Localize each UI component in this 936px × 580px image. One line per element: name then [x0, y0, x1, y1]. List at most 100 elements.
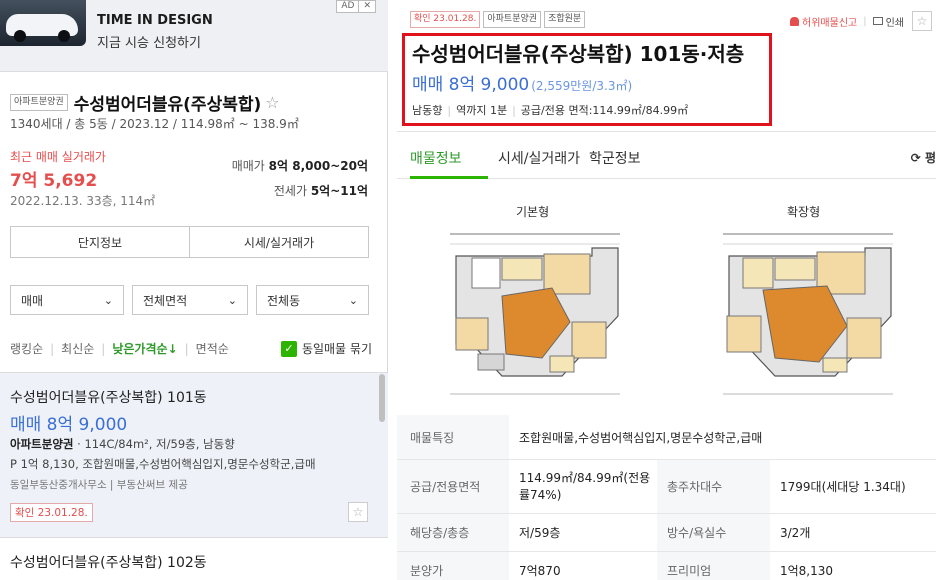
- print-button[interactable]: 인쇄: [872, 14, 904, 29]
- filter-bar: 매매 ⌄ 전체면적 ⌄ 전체동 ⌄: [10, 285, 369, 315]
- favorite-star-icon[interactable]: ☆: [912, 11, 932, 31]
- report-fake-button[interactable]: 허위매물신고: [790, 14, 857, 29]
- recent-trade-date: 2022.12.13. 33층, 114㎡: [10, 194, 156, 208]
- chevron-down-icon: ⌄: [348, 293, 358, 307]
- sale-price-range: 매매가 8억 8,000~20억: [232, 157, 368, 174]
- listing-title: 수성범어더블유(주상복합) 102동: [10, 555, 207, 571]
- complex-name: 수성범어더블유(주상복합): [73, 95, 262, 115]
- refresh-button[interactable]: ⟳ 평: [911, 149, 936, 166]
- table-row: 분양가 7억870 프리미엄 1억8,130: [397, 552, 936, 580]
- divider: |: [50, 341, 55, 356]
- bundle-toggle[interactable]: ✓ 동일매물 묶기: [280, 340, 372, 357]
- feature-key: 매물특징: [397, 415, 509, 459]
- siren-icon: [790, 16, 800, 26]
- ad-title[interactable]: TIME IN DESIGN: [97, 13, 213, 28]
- detail-direction: 남동향: [412, 104, 443, 117]
- bundle-label: 동일매물 묶기: [301, 342, 372, 356]
- trade-type-select[interactable]: 매매 ⌄: [10, 285, 124, 315]
- jeonse-price-value: 5억~11억: [310, 184, 368, 198]
- detail-title: 수성범어더블유(주상복합) 101동·저층: [412, 42, 745, 66]
- complex-summary: 1340세대 / 총 5동 / 2023.12 / 114.98㎡ ~ 138.…: [10, 117, 299, 131]
- floor-value: 저/59층: [519, 526, 561, 540]
- left-panel: TIME IN DESIGN 지금 시승 신청하기 AD ✕ 아파트분양권 수성…: [0, 0, 388, 580]
- favorite-star-icon[interactable]: ☆: [348, 502, 368, 522]
- listing-item[interactable]: 수성범어더블유(주상복합) 102동: [0, 538, 388, 580]
- rooms-key: 방수/욕실수: [657, 514, 770, 551]
- detail-distance: 역까지 1분: [456, 104, 508, 117]
- table-row: 해당층/총층 저/59층 방수/욕실수 3/2개: [397, 514, 936, 552]
- detail-confirm-badge: 확인 23.01.28.: [410, 11, 481, 28]
- listing-item-selected[interactable]: 수성범어더블유(주상복합) 101동 매매 8억 9,000 아파트분양권 · …: [0, 372, 388, 538]
- table-row: 매물특징 조합원매물,수성범어핵심입지,명문수성학군,급매: [397, 415, 936, 460]
- printer-icon: [872, 17, 883, 25]
- sort-ranking[interactable]: 랭킹순: [10, 340, 43, 357]
- tab-listing-info[interactable]: 매물정보: [410, 148, 462, 168]
- chevron-down-icon: ⌄: [103, 293, 113, 307]
- report-label: 허위매물신고: [802, 17, 858, 29]
- ad-subtitle[interactable]: 지금 시승 신청하기: [97, 32, 201, 51]
- divider: |: [184, 341, 189, 356]
- chevron-down-icon: ⌄: [227, 293, 237, 307]
- sort-latest[interactable]: 최신순: [61, 340, 94, 357]
- market-price-button[interactable]: 시세/실거래가: [189, 227, 368, 257]
- divider: |: [512, 104, 516, 117]
- checkbox-checked-icon[interactable]: ✓: [280, 340, 297, 357]
- area-value: 114.99㎡/84.99㎡(전용률74%): [519, 470, 651, 502]
- listing-spec-detail: · 114C/84m², 저/59층, 남동향: [73, 437, 235, 451]
- recent-trade-label: 최근 매매 실거래가: [10, 150, 106, 164]
- complex-tab-buttons: 단지정보 시세/실거래가: [10, 226, 369, 258]
- ad-banner[interactable]: TIME IN DESIGN 지금 시승 신청하기 AD ✕: [0, 0, 388, 72]
- divider: |: [863, 15, 867, 27]
- premium-value: 1억8,130: [780, 564, 834, 578]
- listing-type: 아파트분양권: [10, 437, 74, 451]
- ad-controls: AD ✕: [336, 0, 376, 13]
- jeonse-price-range: 전세가 5억~11억: [274, 182, 368, 199]
- complex-title-row: 아파트분양권 수성범어더블유(주상복합) ☆: [10, 90, 280, 115]
- building-select[interactable]: 전체동 ⌄: [256, 285, 369, 315]
- floorplan-extended-label: 확장형: [787, 205, 821, 219]
- building-value: 전체동: [267, 293, 301, 308]
- detail-actions: 허위매물신고 | 인쇄 ☆: [790, 11, 932, 31]
- list-scrollbar[interactable]: [379, 374, 385, 422]
- detail-price-value: 매매 8억 9,000: [412, 75, 530, 95]
- car-ad-image[interactable]: [0, 0, 86, 46]
- detail-panel: 확인 23.01.28. 아파트분양권 조합원분 허위매물신고 | 인쇄 ☆ 수…: [397, 0, 936, 580]
- listing-features: P 1억 8,130, 조합원매물,수성범어핵심입지,명문수성학군,급매: [10, 457, 316, 471]
- sort-lowest-price[interactable]: 낮은가격순↓: [112, 340, 177, 357]
- floor-key: 해당층/총층: [397, 514, 509, 551]
- sale-price-label: 매매가: [231, 159, 265, 173]
- property-type-badge: 아파트분양권: [10, 94, 68, 111]
- car-wheel: [58, 30, 70, 42]
- detail-price: 매매 8억 9,000 (2,559만원/3.3㎡): [412, 70, 632, 95]
- listing-agent: 동일부동산중개사무소 | 부동산써브 제공: [10, 479, 188, 491]
- rooms-value: 3/2개: [780, 526, 811, 540]
- table-row: 공급/전용면적 114.99㎡/84.99㎡(전용률74%) 총주차대수 179…: [397, 460, 936, 514]
- detail-info: 남동향 | 역까지 1분 | 공급/전용 면적:114.99㎡/84.99㎡: [412, 102, 688, 118]
- complex-info-button[interactable]: 단지정보: [11, 227, 189, 257]
- detail-area: 공급/전용 면적:114.99㎡/84.99㎡: [520, 104, 689, 117]
- area-key: 공급/전용면적: [397, 460, 509, 513]
- info-tabs: 매물정보 시세/실거래가 학군정보 ⟳ 평: [397, 131, 936, 179]
- ad-close-button[interactable]: ✕: [358, 0, 376, 13]
- listing-spec: 아파트분양권 · 114C/84m², 저/59층, 남동향: [10, 436, 235, 452]
- area-value: 전체면적: [143, 293, 188, 308]
- sale-price-value: 8억 8,000~20억: [268, 159, 368, 173]
- jeonse-price-label: 전세가: [273, 184, 307, 198]
- car-wheel: [14, 30, 26, 42]
- tab-market-price[interactable]: 시세/실거래가: [498, 148, 580, 168]
- listing-title: 수성범어더블유(주상복합) 101동: [10, 390, 207, 406]
- divider: |: [447, 104, 452, 117]
- premium-key: 프리미엄: [657, 552, 770, 580]
- floorplan-extended-image[interactable]: [715, 226, 900, 402]
- active-tab-indicator: [410, 176, 488, 179]
- area-select[interactable]: 전체면적 ⌄: [132, 285, 248, 315]
- floorplan-basic-image[interactable]: [442, 226, 627, 402]
- tab-school-info[interactable]: 학군정보: [589, 148, 641, 168]
- sort-row: 랭킹순 | 최신순 | 낮은가격순↓ | 면적순 ✓ 동일매물 묶기: [10, 340, 372, 357]
- detail-tags: 확인 23.01.28. 아파트분양권 조합원분: [410, 11, 586, 28]
- sort-area[interactable]: 면적순: [196, 340, 229, 357]
- listing-info-table: 매물특징 조합원매물,수성범어핵심입지,명문수성학군,급매 공급/전용면적 11…: [397, 415, 936, 580]
- detail-price-per-unit: (2,559만원/3.3㎡): [531, 79, 633, 93]
- trade-type-value: 매매: [21, 293, 44, 308]
- favorite-star-icon[interactable]: ☆: [265, 93, 279, 112]
